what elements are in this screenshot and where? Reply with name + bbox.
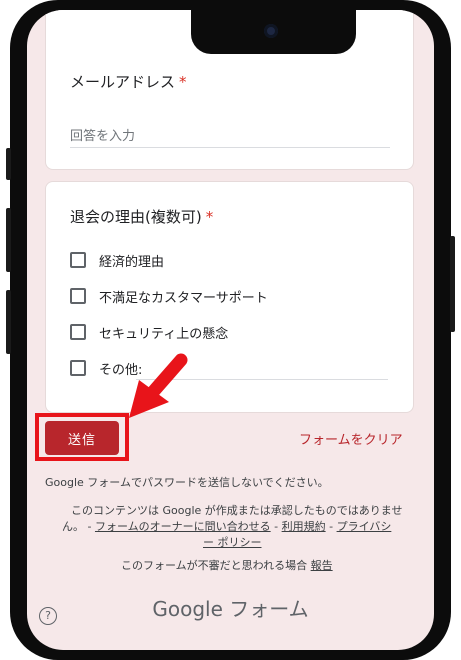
checkbox[interactable] <box>70 288 86 304</box>
reason-question-card: 退会の理由(複数可) * 経済的理由 不満足なカスタマーサポート セキュリティ上の… <box>45 181 414 413</box>
brand-google: Google <box>152 597 223 621</box>
option-label: 不満足なカスタマーサポート <box>99 290 268 306</box>
privacy-link-continued[interactable]: ー ポリシー <box>203 536 262 549</box>
option-label: セキュリティ上の懸念 <box>99 326 229 342</box>
email-question-label: メールアドレス <box>70 73 176 91</box>
option-label: 経済的理由 <box>99 254 165 270</box>
disclaimer-text: ん。 - <box>62 520 95 533</box>
reason-question-label: 退会の理由(複数可) <box>70 208 202 226</box>
option-economic[interactable]: 経済的理由 <box>70 250 164 270</box>
volume-up-button <box>6 208 11 272</box>
terms-link[interactable]: 利用規約 <box>282 520 326 533</box>
mute-switch <box>6 148 11 180</box>
email-input[interactable]: 回答を入力 <box>70 125 135 144</box>
required-mark: * <box>205 208 214 226</box>
separator: - <box>325 520 337 533</box>
report-link[interactable]: 報告 <box>311 559 333 572</box>
reason-question-title: 退会の理由(複数可) * <box>70 206 213 227</box>
notch <box>191 10 356 54</box>
separator: - <box>270 520 282 533</box>
privacy-link[interactable]: プライバシ <box>337 520 392 533</box>
report-line: このフォームが不審だと思われる場合 報告 <box>121 557 333 573</box>
camera-icon <box>264 24 278 38</box>
checkbox[interactable] <box>70 252 86 268</box>
clear-form-link[interactable]: フォームをクリア <box>299 429 403 448</box>
disclaimer-line1: このコンテンツは Google が作成または承認したものではありませ <box>71 504 403 517</box>
report-text: このフォームが不審だと思われる場合 <box>121 559 308 572</box>
google-forms-logo: Google フォーム <box>27 593 434 622</box>
disclaimer-line2: ん。 - フォームのオーナーに問い合わせる - 利用規約 - プライバシ <box>62 518 391 534</box>
power-button <box>450 236 455 332</box>
volume-down-button <box>6 290 11 354</box>
email-question-title: メールアドレス * <box>70 71 187 92</box>
help-icon[interactable]: ? <box>39 607 57 625</box>
email-input-underline <box>70 147 390 148</box>
option-support[interactable]: 不満足なカスタマーサポート <box>70 286 268 306</box>
disclaimer-line3: ー ポリシー <box>203 534 262 550</box>
option-security[interactable]: セキュリティ上の懸念 <box>70 322 228 342</box>
brand-form: フォーム <box>229 597 309 621</box>
contact-owner-link[interactable]: フォームのオーナーに問い合わせる <box>95 520 271 533</box>
checkbox[interactable] <box>70 324 86 340</box>
password-warning: Google フォームでパスワードを送信しないでください。 <box>45 476 329 489</box>
red-arrow-icon <box>129 353 188 418</box>
highlight-box <box>35 413 129 461</box>
checkbox[interactable] <box>70 360 86 376</box>
phone-screen: メールアドレス * 回答を入力 退会の理由(複数可) * 経済的理由 不満足なカスタ… <box>27 10 434 650</box>
required-mark: * <box>179 73 187 91</box>
